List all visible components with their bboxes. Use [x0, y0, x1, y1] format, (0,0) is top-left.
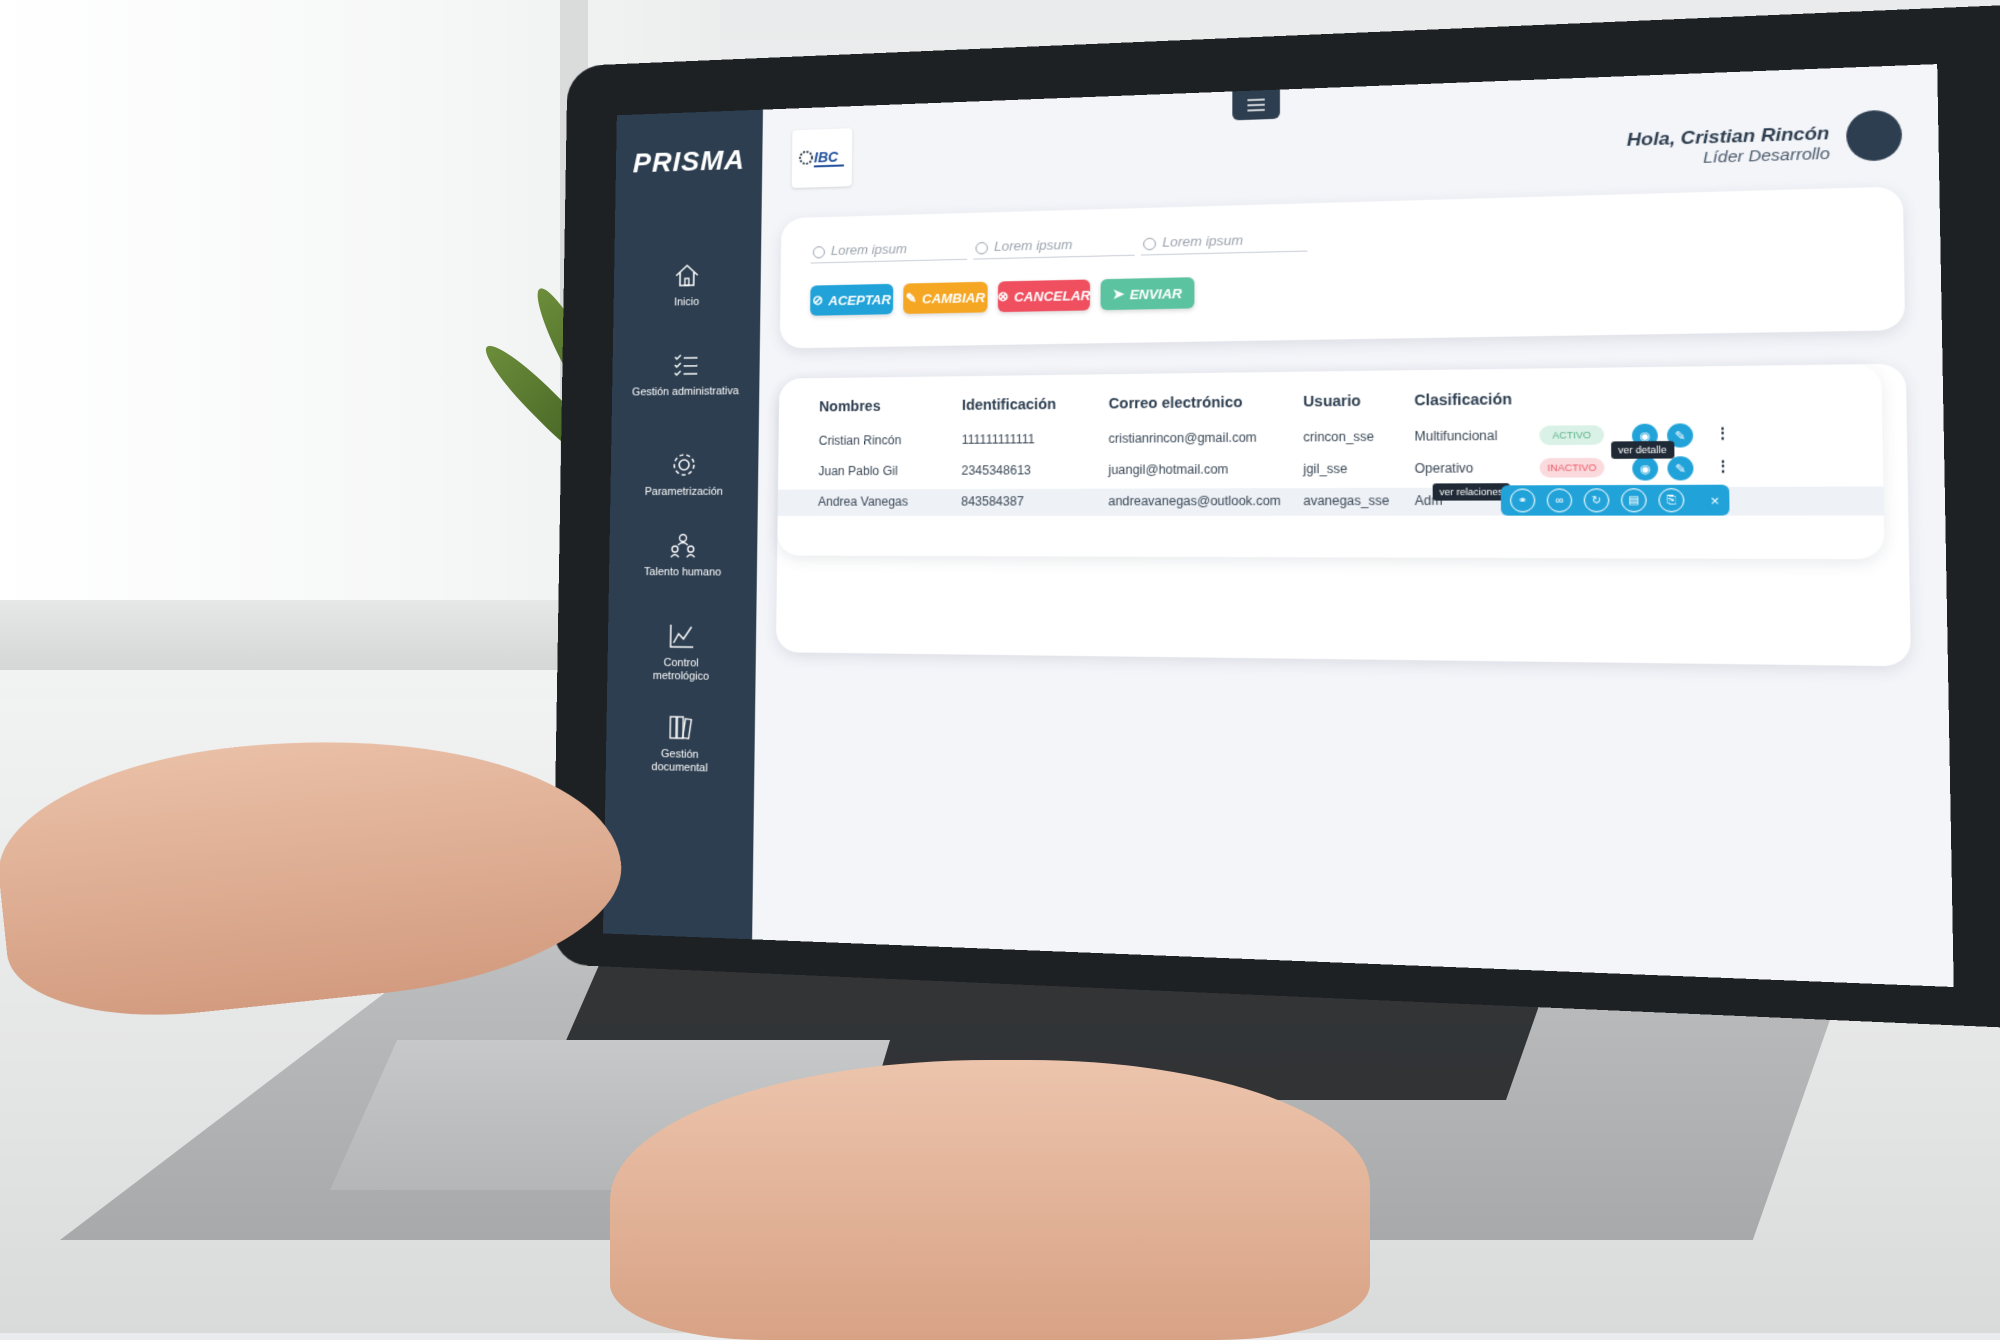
sidebar-item-label: Gestión administrativa — [631, 385, 739, 399]
menu-toggle-button[interactable] — [1232, 89, 1280, 121]
column-header-usuario[interactable]: Usuario — [1303, 392, 1361, 410]
sidebar: PRISMA Inicio Gestión administrativa Par… — [603, 109, 763, 940]
gear-icon — [669, 450, 699, 480]
column-header-correo[interactable]: Correo electrónico — [1109, 393, 1243, 411]
check-circle-icon: ⊘ — [812, 292, 824, 308]
sidebar-item-control-metrologico[interactable]: Control metrológico — [607, 620, 756, 685]
hamburger-icon — [1247, 98, 1264, 111]
avatar[interactable] — [1845, 109, 1903, 162]
cell-nombre: Andrea Vanegas — [817, 494, 909, 509]
cancelar-button[interactable]: ⊗ CANCELAR — [997, 279, 1091, 313]
home-icon — [676, 264, 698, 287]
binoculars-icon: ∞ — [1555, 494, 1564, 507]
sidebar-item-parametrizacion[interactable]: Parametrización — [610, 449, 758, 499]
view-detail-button[interactable]: ◉ — [1632, 456, 1659, 481]
cell-clasificacion: Multifuncional — [1414, 428, 1498, 444]
column-header-identificacion[interactable]: Identificación — [962, 396, 1056, 413]
refresh-icon: ↻ — [1591, 494, 1602, 507]
share-icon: ⚭ — [1517, 494, 1528, 507]
cell-clasificacion: Operativo — [1414, 460, 1474, 476]
close-action-bar-button[interactable]: × — [1710, 492, 1719, 509]
document-button[interactable]: ▤ — [1620, 488, 1647, 513]
cell-correo: andreavanegas@outlook.com — [1108, 493, 1281, 509]
input-field-2[interactable]: Lorem ipsum — [973, 230, 1135, 260]
field-placeholder: Lorem ipsum — [994, 236, 1073, 255]
user-icon — [1143, 237, 1156, 250]
main-content: IBC Hola, Cristian Rincón Líder Desarrol… — [752, 64, 1954, 987]
status-badge-inactive: INACTIVO — [1539, 457, 1605, 478]
right-hand — [610, 1060, 1370, 1340]
column-header-clasificacion[interactable]: Clasificación — [1414, 390, 1512, 408]
field-placeholder: Lorem ipsum — [1162, 232, 1244, 250]
table-card: Nombres Identificación Correo electrónic… — [775, 363, 1911, 667]
users-table: Nombres Identificación Correo electrónic… — [777, 363, 1885, 560]
cell-identificacion: 843584387 — [961, 494, 1024, 509]
edit-row-button[interactable]: ✎ — [1667, 456, 1694, 481]
row-menu-button[interactable]: ⋮ — [1714, 424, 1731, 443]
aceptar-button[interactable]: ⊘ ACEPTAR — [810, 283, 894, 316]
svg-text:IBC: IBC — [814, 149, 839, 165]
cambiar-button[interactable]: ✎ CAMBIAR — [903, 281, 988, 314]
enviar-button[interactable]: ➤ ENVIAR — [1100, 277, 1195, 311]
input-field-1[interactable]: Lorem ipsum — [810, 235, 968, 264]
user-icon — [975, 241, 988, 255]
row-action-bar: ⚭ ∞ ↻ ▤ ⎘ × — [1500, 484, 1730, 516]
sidebar-item-inicio[interactable]: Inicio — [614, 259, 761, 311]
app-screen: PRISMA Inicio Gestión administrativa Par… — [603, 64, 1954, 987]
sidebar-item-gestion-administrativa[interactable]: Gestión administrativa — [612, 349, 760, 400]
refresh-button[interactable]: ↻ — [1583, 488, 1610, 513]
cell-identificacion: 2345348613 — [961, 463, 1032, 478]
cell-nombre: Cristian Rincón — [818, 433, 902, 448]
sidebar-item-label: Control metrológico — [652, 656, 710, 683]
user-icon — [812, 245, 825, 259]
sidebar-item-talento-humano[interactable]: Talento humano — [609, 530, 757, 580]
edit-icon: ✎ — [1674, 429, 1686, 443]
ibc-logo: IBC — [798, 144, 844, 172]
edit-icon: ✎ — [905, 290, 917, 306]
sidebar-item-label: Inicio — [673, 296, 700, 309]
sidebar-item-gestion-documental[interactable]: Gestión documental — [606, 710, 755, 776]
sidebar-item-label: Gestión documental — [651, 747, 708, 775]
tooltip-ver-relaciones: ver relaciones — [1432, 483, 1511, 501]
document-icon: ▤ — [1628, 494, 1640, 507]
cell-correo: cristianrincon@gmail.com — [1108, 430, 1257, 446]
user-greeting: Hola, Cristian Rincón Líder Desarrollo — [1627, 123, 1830, 170]
edit-icon: ✎ — [1674, 462, 1686, 476]
documents-icon — [665, 712, 695, 743]
field-placeholder: Lorem ipsum — [830, 240, 908, 259]
tooltip-ver-detalle: ver detalle — [1611, 441, 1674, 459]
cell-correo: juangil@hotmail.com — [1108, 461, 1229, 478]
sidebar-item-label: Parametrización — [644, 485, 724, 498]
cell-usuario: avanegas_sse — [1303, 493, 1390, 509]
cell-identificacion: 111111111111 — [961, 431, 1035, 447]
cell-usuario: crincon_sse — [1303, 429, 1375, 445]
checklist-icon — [671, 350, 701, 380]
table-row[interactable]: Cristian Rincón 111111111111 cristianrin… — [778, 420, 1882, 456]
cell-usuario: jgil_sse — [1303, 461, 1348, 477]
cell-nombre: Juan Pablo Gil — [818, 463, 898, 479]
table-row[interactable]: Andrea Vanegas 843584387 andreavanegas@o… — [777, 483, 1884, 516]
status-badge-active: ACTIVO — [1539, 425, 1605, 446]
row-menu-button[interactable]: ⋮ — [1715, 457, 1732, 476]
column-header-nombres[interactable]: Nombres — [819, 398, 881, 415]
binoculars-button[interactable]: ∞ — [1546, 488, 1573, 513]
send-icon: ➤ — [1112, 285, 1125, 302]
input-field-3[interactable]: Lorem ipsum — [1141, 226, 1308, 256]
form-card: Lorem ipsum Lorem ipsum Lorem ipsum ⊘ ACE… — [779, 186, 1906, 349]
people-icon — [668, 530, 698, 560]
file-button[interactable]: ⎘ — [1658, 488, 1685, 513]
cancel-circle-icon: ⊗ — [997, 288, 1009, 304]
brand-logo[interactable]: PRISMA — [616, 143, 763, 180]
table-row[interactable]: Juan Pablo Gil 2345348613 juangil@hotmai… — [778, 441, 1883, 486]
eye-icon: ◉ — [1639, 462, 1651, 476]
company-logo: IBC — [791, 128, 853, 189]
file-icon: ⎘ — [1666, 494, 1677, 507]
sidebar-item-label: Talento humano — [643, 566, 722, 579]
chart-line-icon — [667, 621, 697, 652]
relations-button[interactable]: ⚭ — [1509, 488, 1536, 513]
